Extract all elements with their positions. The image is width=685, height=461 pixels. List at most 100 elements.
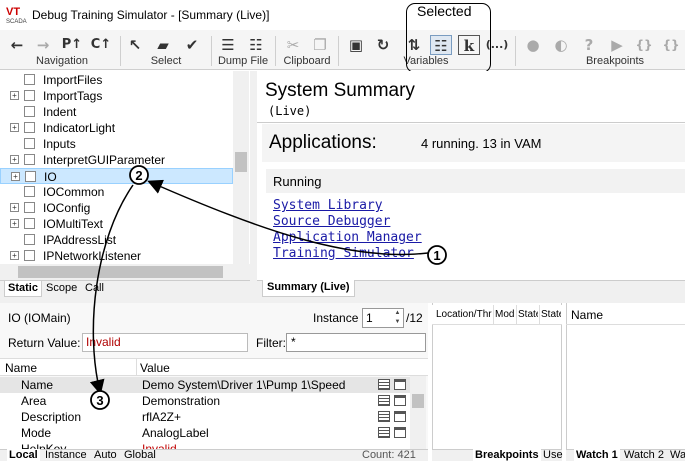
column-header-watch-name[interactable]: Name bbox=[571, 308, 603, 322]
expand-icon[interactable]: + bbox=[10, 203, 19, 212]
tree-item-selected[interactable]: + IO bbox=[0, 168, 233, 184]
app-link-source-debugger[interactable]: Source Debugger bbox=[273, 214, 390, 229]
expand-icon[interactable]: + bbox=[10, 219, 19, 228]
tree-item[interactable]: Inputs bbox=[0, 136, 233, 152]
tree-item[interactable]: + InterpretGUIParameter bbox=[0, 152, 233, 168]
pointer-icon[interactable]: ↖ bbox=[124, 35, 146, 55]
column-header-state-2[interactable]: State bbox=[541, 309, 561, 320]
tab-local[interactable]: Local bbox=[7, 449, 40, 461]
tree-item[interactable]: + IPNetworkListener bbox=[0, 248, 233, 264]
list-icon[interactable] bbox=[378, 427, 390, 438]
checkbox-icon[interactable] bbox=[24, 138, 35, 149]
tree-item[interactable]: IOCommon bbox=[0, 184, 233, 200]
breakpoint-pause-icon[interactable]: ◐ bbox=[550, 35, 572, 55]
tree-item[interactable]: + ImportTags bbox=[0, 88, 233, 104]
tab-global[interactable]: Global bbox=[122, 449, 158, 461]
column-divider[interactable] bbox=[136, 359, 137, 376]
list-icon[interactable] bbox=[378, 395, 390, 406]
checkbox-icon[interactable] bbox=[25, 171, 36, 182]
tab-summary-live[interactable]: Summary (Live) bbox=[262, 280, 355, 297]
checkbox-icon[interactable] bbox=[24, 122, 35, 133]
column-header-location[interactable]: Location/Thread bbox=[436, 309, 492, 320]
tree-scroll-thumb[interactable] bbox=[235, 152, 247, 172]
app-link-training-simulator[interactable]: Training Simulator bbox=[273, 246, 414, 261]
column-divider[interactable] bbox=[493, 305, 494, 325]
tab-scope[interactable]: Scope bbox=[43, 281, 80, 297]
checkbox-icon[interactable] bbox=[24, 250, 35, 261]
pt-icon[interactable]: P↑ bbox=[60, 35, 84, 55]
tab-call[interactable]: Call bbox=[82, 281, 107, 297]
tab-watch-2[interactable]: Watch 2 bbox=[622, 449, 666, 461]
checkbox-icon[interactable] bbox=[24, 90, 35, 101]
expand-icon[interactable]: + bbox=[10, 251, 19, 260]
ct-icon[interactable]: C↑ bbox=[89, 35, 113, 55]
folder-icon[interactable]: ▰ bbox=[152, 35, 174, 55]
forward-icon[interactable]: → bbox=[32, 35, 54, 55]
tab-watch-3[interactable]: Wa bbox=[668, 449, 685, 461]
column-divider[interactable] bbox=[516, 305, 517, 325]
tree-item[interactable]: + IndicatorLight bbox=[0, 120, 233, 136]
cut-icon[interactable]: ✂ bbox=[282, 35, 304, 55]
window-icon[interactable] bbox=[394, 427, 406, 438]
list-icon[interactable] bbox=[378, 411, 390, 422]
checkbox-icon[interactable] bbox=[24, 234, 35, 245]
dump-options-icon[interactable]: ☷ bbox=[245, 35, 267, 55]
checkbox-icon[interactable] bbox=[24, 202, 35, 213]
table-row[interactable]: Name Demo System\Driver 1\Pump 1\Speed bbox=[0, 377, 410, 393]
window-icon[interactable] bbox=[394, 395, 406, 406]
expand-icon[interactable]: + bbox=[10, 123, 19, 132]
column-header-value[interactable]: Value bbox=[140, 361, 170, 375]
column-header-module[interactable]: Modu bbox=[495, 309, 515, 320]
tab-breakpoints[interactable]: Breakpoints bbox=[473, 449, 541, 461]
tab-static[interactable]: Static bbox=[4, 281, 42, 297]
instance-spinner-icon[interactable]: ▲ ▼ bbox=[392, 309, 403, 327]
grid-scroll-thumb[interactable] bbox=[412, 394, 424, 408]
copy-icon[interactable]: ❐ bbox=[309, 35, 331, 55]
filter-input[interactable]: * bbox=[286, 333, 426, 352]
list-icon[interactable] bbox=[378, 379, 390, 390]
tab-use[interactable]: Use bbox=[541, 449, 565, 461]
window-icon[interactable] bbox=[394, 411, 406, 422]
refresh-icon[interactable]: ↻ bbox=[372, 35, 394, 55]
tree-item[interactable]: + IOMultiText bbox=[0, 216, 233, 232]
breakpoint-help-icon[interactable]: ? bbox=[578, 35, 600, 55]
tree-hscroll-thumb[interactable] bbox=[18, 266, 223, 278]
breakpoint-step-over-icon[interactable]: {} bbox=[660, 35, 682, 55]
table-row[interactable]: Description rflA2Z+ bbox=[0, 409, 410, 425]
vertical-splitter[interactable] bbox=[250, 71, 257, 297]
checkbox-icon[interactable] bbox=[24, 106, 35, 117]
breakpoint-run-icon[interactable]: ▶ bbox=[606, 35, 628, 55]
checkmark-icon[interactable]: ✔ bbox=[181, 35, 203, 55]
tab-watch-1[interactable]: Watch 1 bbox=[574, 449, 620, 461]
expand-icon[interactable]: + bbox=[10, 91, 19, 100]
tab-auto[interactable]: Auto bbox=[92, 449, 119, 461]
window-icon[interactable] bbox=[394, 379, 406, 390]
row-actions bbox=[378, 394, 408, 408]
grid-vertical-scrollbar[interactable] bbox=[410, 376, 426, 449]
column-divider[interactable] bbox=[539, 305, 540, 325]
breakpoint-step-into-icon[interactable]: {} bbox=[633, 35, 655, 55]
table-row[interactable]: Mode AnalogLabel bbox=[0, 425, 410, 441]
app-link-system-library[interactable]: System Library bbox=[273, 198, 383, 213]
expand-icon[interactable]: + bbox=[10, 155, 19, 164]
breakpoint-stop-icon[interactable]: ● bbox=[522, 35, 544, 55]
breakpoints-panel bbox=[432, 303, 562, 461]
checkbox-icon[interactable] bbox=[24, 218, 35, 229]
checkbox-icon[interactable] bbox=[24, 154, 35, 165]
window-icon[interactable]: ▣ bbox=[345, 35, 367, 55]
tree-item[interactable]: Indent bbox=[0, 104, 233, 120]
back-icon[interactable]: ← bbox=[6, 35, 28, 55]
tree-item[interactable]: + IOConfig bbox=[0, 200, 233, 216]
expand-icon[interactable]: + bbox=[11, 172, 20, 181]
table-row[interactable]: HelpKey Invalid bbox=[0, 441, 410, 449]
checkbox-icon[interactable] bbox=[24, 186, 35, 197]
app-link-application-manager[interactable]: Application Manager bbox=[273, 230, 422, 245]
tree-item[interactable]: ImportFiles bbox=[0, 72, 233, 88]
dump-icon[interactable]: ☰ bbox=[217, 35, 239, 55]
checkbox-icon[interactable] bbox=[24, 74, 35, 85]
column-header-name[interactable]: Name bbox=[5, 361, 37, 375]
table-row[interactable]: Area Demonstration bbox=[0, 393, 410, 409]
tab-instance[interactable]: Instance bbox=[43, 449, 89, 461]
tree-item[interactable]: IPAddressList bbox=[0, 232, 233, 248]
column-header-state[interactable]: State bbox=[518, 309, 538, 320]
